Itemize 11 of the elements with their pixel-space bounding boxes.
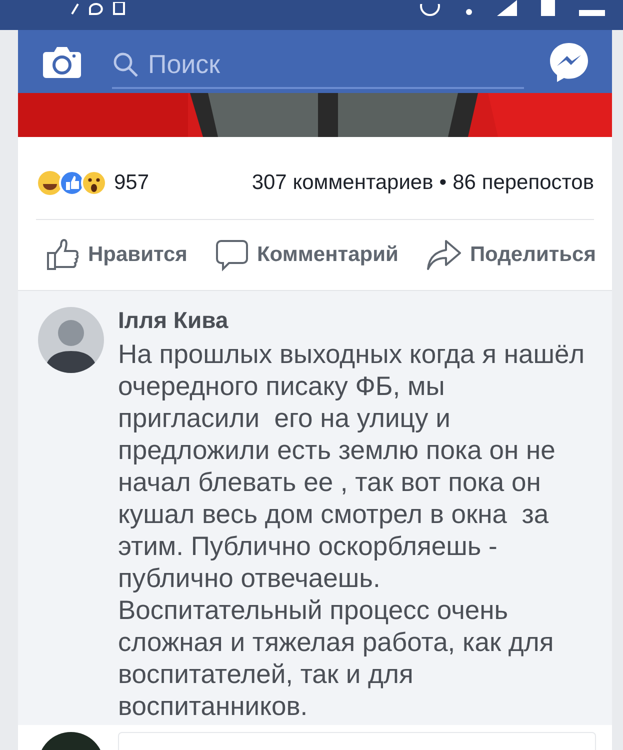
comment-button[interactable]: Комментарий (214, 238, 398, 272)
comment-text: На прошлых выходных когда я нашёл очередного писаку ФБ, мы пригласили его на улицу и предложили есть землю пока он не начал блевать ее , так вот пока он кушал весь дом смотрел в окна за этим. Публично оскорбляешь - публично отвечаешь. Воспитательный процесс очень сложная и тяжелая работа, как для воспитателей, так и для воспитанников. (118, 338, 586, 722)
search-field[interactable]: Поиск (112, 42, 524, 88)
author-name[interactable]: Ілля Кива (118, 307, 590, 334)
like-button[interactable]: Нравится (46, 239, 188, 271)
comment-count[interactable]: 307 комментариев (252, 171, 434, 195)
separator: • (439, 171, 447, 195)
reaction-count[interactable]: 957 (114, 171, 150, 195)
share-count[interactable]: 86 перепостов (452, 171, 594, 195)
share-button[interactable]: Поделиться (426, 239, 596, 271)
search-input[interactable]: Поиск (148, 49, 524, 80)
